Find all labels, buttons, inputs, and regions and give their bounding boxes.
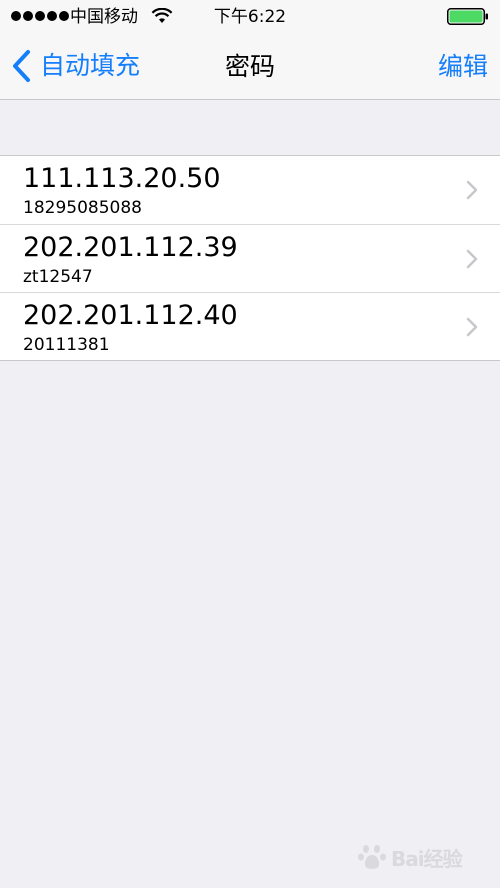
navigation-bar: 自动填充 密码 编辑 (0, 33, 500, 100)
battery-icon (447, 8, 488, 25)
chevron-right-icon (466, 249, 478, 269)
password-row-content: 202.201.112.40 20111381 (0, 292, 500, 360)
password-account: 20111381 (23, 335, 110, 355)
edit-button[interactable]: 编辑 (438, 52, 488, 82)
password-site: 202.201.112.40 (23, 300, 238, 331)
baidu-paw-icon (358, 845, 386, 869)
password-list: 111.113.20.50 18295085088 202.201.112.39… (0, 155, 500, 361)
password-row[interactable]: 202.201.112.40 20111381 (0, 292, 500, 360)
password-row-content: 202.201.112.39 zt12547 (0, 224, 500, 292)
password-row[interactable]: 202.201.112.39 zt12547 (0, 224, 500, 292)
password-account: 18295085088 (23, 198, 142, 218)
chevron-right-icon (466, 317, 478, 337)
back-button-label: 自动填充 (40, 51, 141, 80)
password-account: zt12547 (23, 267, 93, 287)
watermark-text: Bai经验 (391, 846, 463, 871)
chevron-right-icon (466, 180, 478, 200)
watermark: Bai经验 (357, 836, 472, 878)
password-row[interactable]: 111.113.20.50 18295085088 (0, 156, 500, 224)
status-bar: 中国移动 下午6:22 (0, 0, 500, 33)
password-row-content: 111.113.20.50 18295085088 (0, 156, 500, 224)
back-button[interactable]: 自动填充 (10, 47, 140, 85)
status-time: 下午6:22 (213, 7, 287, 27)
password-site: 111.113.20.50 (23, 163, 221, 194)
chevron-left-icon (13, 50, 30, 82)
password-site: 202.201.112.39 (23, 232, 238, 263)
battery-level-fill (449, 10, 483, 23)
